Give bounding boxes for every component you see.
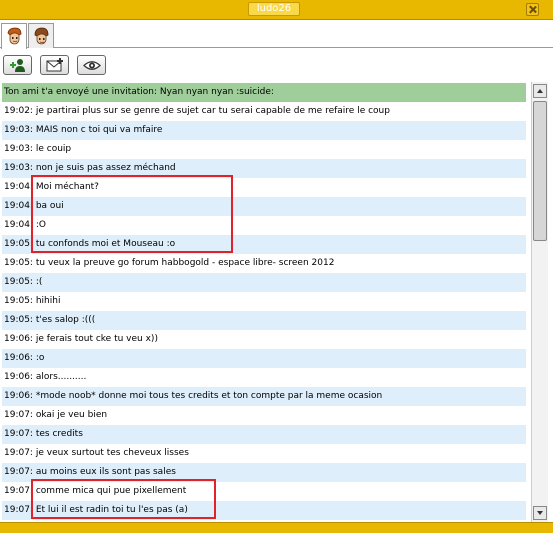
message-timestamp: 19:06: <box>4 353 33 363</box>
view-eye-icon <box>83 61 101 70</box>
chat-message-row: 19:03: non je suis pas assez méchand <box>2 159 526 178</box>
chat-message-row: 19:04: ba oui <box>2 197 526 216</box>
message-timestamp: 19:04: <box>4 220 33 230</box>
chat-scrollbar[interactable] <box>531 82 548 522</box>
message-timestamp: 19:05: <box>4 239 33 249</box>
invite-mail-icon <box>46 58 63 72</box>
chat-message-row: 19:06: alors.......... <box>2 368 526 387</box>
habbo-avatar-brown-hair-icon <box>34 27 49 45</box>
toolbar <box>0 49 553 81</box>
message-text: MAIS non c toi qui va mfaire <box>35 125 163 135</box>
message-timestamp: 19:07: <box>4 429 33 439</box>
chat-message-row: 19:06: :o <box>2 349 526 368</box>
chat-message-row: 19:04: Moi méchant? <box>2 178 526 197</box>
message-timestamp: 19:03: <box>4 125 33 135</box>
chat-message-row: 19:07: je veux surtout tes cheveux lisse… <box>2 444 526 463</box>
message-text: Et lui il est radin toi tu l'es pas (a) <box>35 505 188 515</box>
message-timestamp: 19:04: <box>4 182 33 192</box>
message-text: je ferais tout cke tu veu x)) <box>35 334 158 344</box>
message-timestamp: 19:06: <box>4 372 33 382</box>
message-timestamp: 19:06: <box>4 391 33 401</box>
chat-message-row: 19:07: au moins eux ils sont pas sales <box>2 463 526 482</box>
invitation-text: Ton ami t'a envoyé une invitation: Nyan … <box>4 87 274 97</box>
scroll-up-arrow-icon[interactable] <box>533 84 547 98</box>
tab-conversation-2[interactable] <box>28 23 54 48</box>
conversation-tabs <box>0 20 553 49</box>
window-titlebar: ludo26 <box>0 0 553 20</box>
tab-conversation-1[interactable] <box>1 23 27 49</box>
message-text: t'es salop :((( <box>35 315 96 325</box>
message-timestamp: 19:04: <box>4 201 33 211</box>
chat-log: Ton ami t'a envoyé une invitation: Nyan … <box>0 82 527 522</box>
message-text: je veux surtout tes cheveux lisses <box>35 448 189 458</box>
message-text: alors.......... <box>35 372 87 382</box>
message-timestamp: 19:07: <box>4 486 33 496</box>
window-title: ludo26 <box>248 2 300 16</box>
chat-message-row: 19:07: okai je veu bien <box>2 406 526 425</box>
message-text: *mode noob* donne moi tous tes credits e… <box>35 391 383 401</box>
message-text: okai je veu bien <box>35 410 108 420</box>
message-timestamp: 19:07: <box>4 410 33 420</box>
message-timestamp: 19:05: <box>4 315 33 325</box>
chat-message-row: 19:04: :O <box>2 216 526 235</box>
chat-message-row: 19:06: je ferais tout cke tu veu x)) <box>2 330 526 349</box>
add-friend-icon <box>10 59 25 72</box>
message-text: :( <box>35 277 43 287</box>
message-text: non je suis pas assez méchand <box>35 163 176 173</box>
message-text: :O <box>35 220 46 230</box>
message-text: comme mica qui pue pixellement <box>35 486 187 496</box>
add-friend-button[interactable] <box>3 55 32 75</box>
scroll-down-arrow-icon[interactable] <box>533 506 547 520</box>
chat-message-row: 19:07: Et lui il est radin toi tu l'es p… <box>2 501 526 520</box>
chat-message-row: 19:05: hihihi <box>2 292 526 311</box>
message-timestamp: 19:05: <box>4 296 33 306</box>
message-text: ba oui <box>35 201 64 211</box>
message-timestamp: 19:05: <box>4 277 33 287</box>
message-timestamp: 19:07: <box>4 505 33 515</box>
message-text: tu confonds moi et Mouseau :o <box>35 239 176 249</box>
message-timestamp: 19:07: <box>4 467 33 477</box>
habbo-avatar-orange-hair-icon <box>7 27 22 45</box>
message-timestamp: 19:02: <box>4 106 33 116</box>
chat-message-row: 19:05: tu veux la preuve go forum habbog… <box>2 254 526 273</box>
view-profile-button[interactable] <box>77 55 106 75</box>
chat-message-row: 19:07: tes credits <box>2 425 526 444</box>
message-text: :o <box>35 353 45 363</box>
message-text: au moins eux ils sont pas sales <box>35 467 176 477</box>
invite-mail-button[interactable] <box>40 55 69 75</box>
chat-message-row: 19:03: MAIS non c toi qui va mfaire <box>2 121 526 140</box>
message-timestamp: 19:07: <box>4 448 33 458</box>
message-timestamp: 19:03: <box>4 163 33 173</box>
message-text: tu veux la preuve go forum habbogold - e… <box>35 258 335 268</box>
message-text: hihihi <box>35 296 61 306</box>
message-timestamp: 19:06: <box>4 334 33 344</box>
chat-message-row: 19:05: t'es salop :((( <box>2 311 526 330</box>
chat-message-row: 19:07: comme mica qui pue pixellement <box>2 482 526 501</box>
message-text: tes credits <box>35 429 83 439</box>
close-button[interactable] <box>526 3 539 16</box>
chat-message-row: 19:06: *mode noob* donne moi tous tes cr… <box>2 387 526 406</box>
message-text: Moi méchant? <box>35 182 99 192</box>
chat-message-row: 19:05: :( <box>2 273 526 292</box>
chat-message-row: 19:03: le couip <box>2 140 526 159</box>
message-text: le couip <box>35 144 72 154</box>
invitation-row: Ton ami t'a envoyé une invitation: Nyan … <box>2 83 526 102</box>
message-timestamp: 19:05: <box>4 258 33 268</box>
scroll-thumb[interactable] <box>533 101 547 241</box>
chat-message-row: 19:05: tu confonds moi et Mouseau :o <box>2 235 526 254</box>
message-timestamp: 19:03: <box>4 144 33 154</box>
chat-message-row: 19:02: je partirai plus sur se genre de … <box>2 102 526 121</box>
message-text: je partirai plus sur se genre de sujet c… <box>35 106 390 116</box>
window-bottom-border <box>0 522 553 533</box>
